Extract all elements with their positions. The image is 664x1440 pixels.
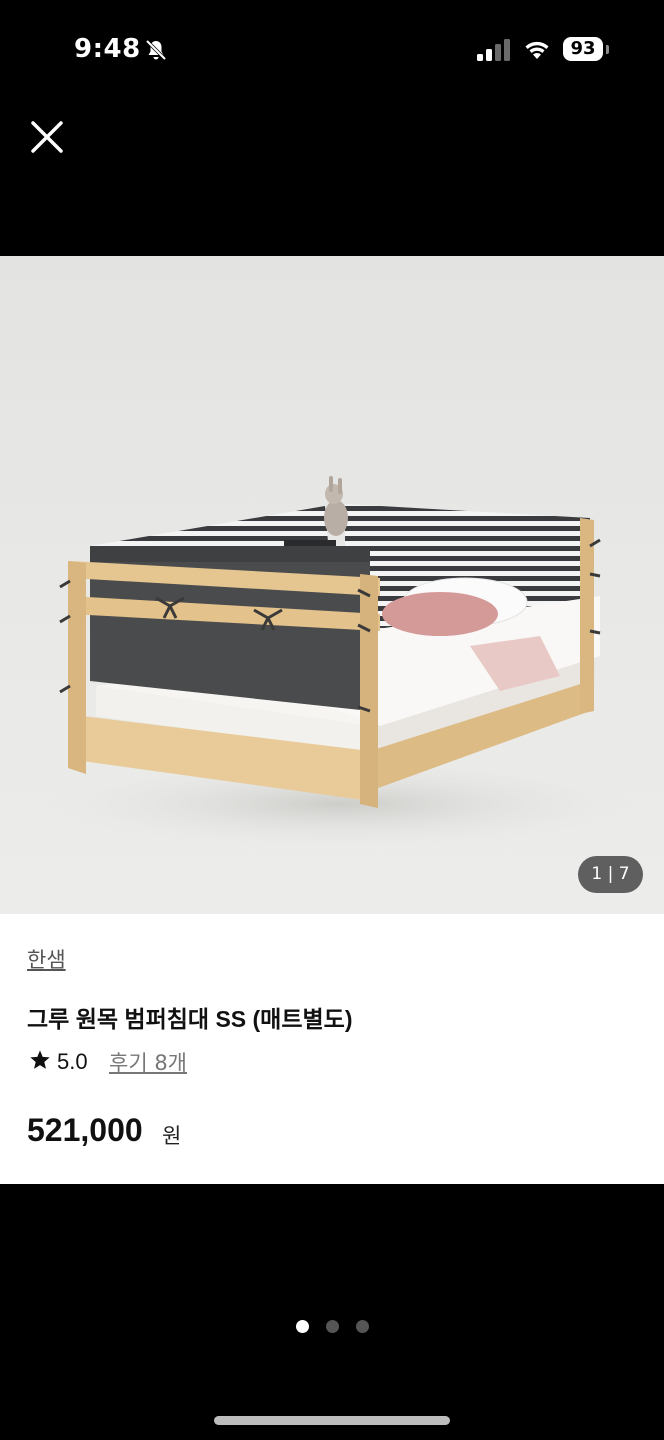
battery-nub [606, 45, 609, 54]
image-counter: 1 | 7 [578, 856, 643, 893]
cellular-signal-icon [477, 39, 510, 61]
page-dot[interactable] [296, 1320, 309, 1333]
status-time: 9:48 [74, 34, 141, 64]
product-title: 그루 원목 범퍼침대 SS (매트별도) [27, 1006, 353, 1032]
close-icon [31, 121, 63, 153]
home-indicator[interactable] [214, 1416, 450, 1425]
battery-icon: 93 [563, 37, 603, 61]
rating-value: 5.0 [57, 1049, 88, 1074]
page-dot[interactable] [356, 1320, 369, 1333]
brand-link[interactable]: 한샘 [27, 944, 66, 974]
star-icon [30, 1050, 50, 1069]
bumper-bed-illustration [40, 476, 640, 849]
close-button[interactable] [26, 116, 70, 160]
price-unit: 원 [162, 1124, 182, 1148]
product-image[interactable]: 1 | 7 [0, 256, 664, 914]
page-dot[interactable] [326, 1320, 339, 1333]
product-card[interactable]: 1 | 7 한샘 그루 원목 범퍼침대 SS (매트별도) 5.0 후기 8개 … [0, 256, 664, 1184]
battery-level: 93 [570, 38, 596, 59]
price-amount: 521,000 [27, 1112, 143, 1148]
bell-slash-icon [145, 39, 167, 61]
status-bar: 9:48 93 [0, 0, 664, 100]
wifi-icon [525, 41, 549, 59]
review-count-link[interactable]: 후기 8개 [109, 1047, 187, 1077]
